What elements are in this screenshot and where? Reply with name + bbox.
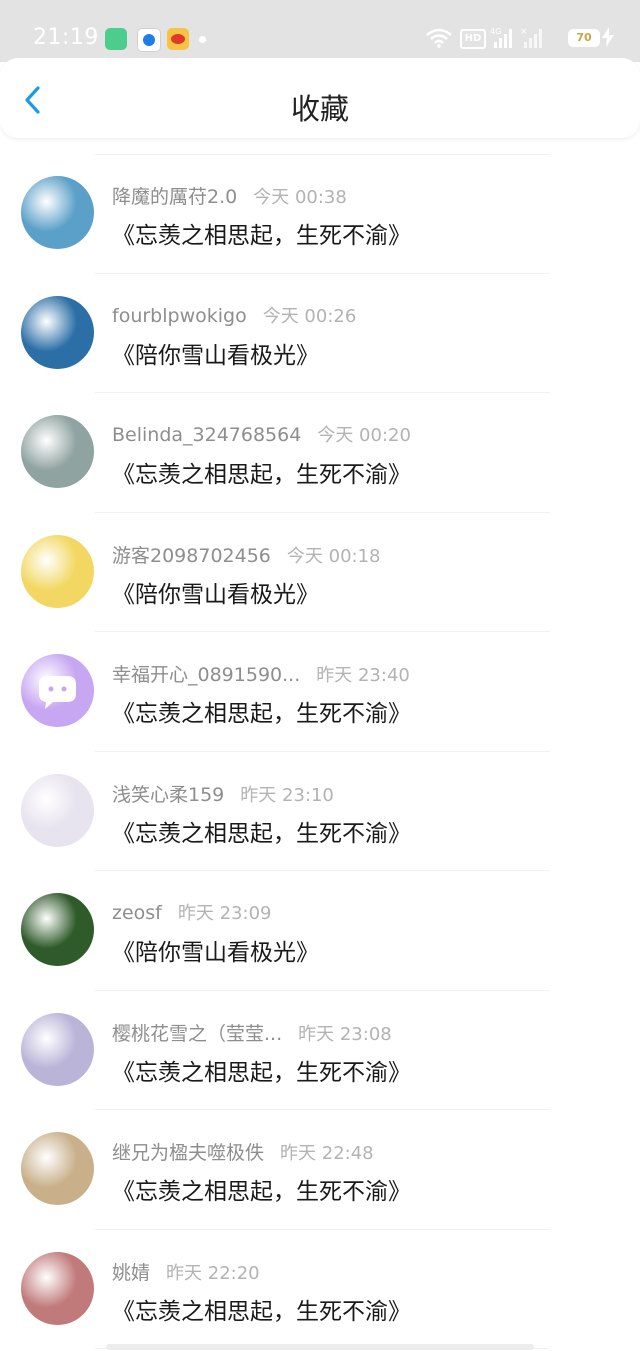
item-meta: 继兄为楹夫噬极佚 昨天 22:48 xyxy=(112,1138,374,1165)
avatar[interactable] xyxy=(21,176,94,249)
timestamp: 今天 00:18 xyxy=(286,545,381,567)
username[interactable]: 游客2098702456 xyxy=(112,545,271,567)
signal-icon-secondary: × xyxy=(520,27,542,48)
list-item[interactable]: Belinda_324768564 今天 00:20 《忘羡之相思起，生死不渝》 xyxy=(0,393,640,513)
list-item[interactable]: 姚婧 昨天 22:20 《忘羡之相思起，生死不渝》 xyxy=(0,1230,640,1350)
battery-icon: 70 xyxy=(568,29,600,47)
favorite-title[interactable]: 《忘羡之相思起，生死不渝》 xyxy=(112,1172,411,1206)
battery-level: 70 xyxy=(576,31,592,44)
item-meta: fourblpwokigo 今天 00:26 xyxy=(112,302,356,328)
avatar[interactable] xyxy=(21,1012,94,1086)
list-item[interactable]: 樱桃花雪之（莹莹... 昨天 23:08 《忘羡之相思起，生死不渝》 xyxy=(0,991,640,1111)
list-item[interactable]: 浅笑心柔159 昨天 23:10 《忘羡之相思起，生死不渝》 xyxy=(0,752,640,872)
username[interactable]: Belinda_324768564 xyxy=(112,424,301,446)
timestamp: 昨天 23:10 xyxy=(240,784,334,806)
svg-text:×: × xyxy=(520,27,528,37)
list-item[interactable]: zeosf 昨天 23:09 《陪你雪山看极光》 xyxy=(0,871,640,991)
scroll-indicator xyxy=(106,1344,534,1350)
avatar[interactable] xyxy=(21,1251,94,1325)
signal-icon: 4G xyxy=(490,27,512,48)
timestamp: 昨天 22:48 xyxy=(280,1143,374,1164)
username[interactable]: 浅笑心柔159 xyxy=(112,784,224,806)
username[interactable]: 姚婧 xyxy=(112,1262,150,1284)
timestamp: 昨天 23:40 xyxy=(316,665,410,686)
green-app-icon xyxy=(105,28,127,50)
page-title: 收藏 xyxy=(290,92,349,126)
timestamp: 昨天 23:09 xyxy=(177,903,272,924)
username[interactable]: 樱桃花雪之（莹莹... xyxy=(112,1023,282,1045)
avatar[interactable] xyxy=(21,893,94,966)
hd-icon: HD xyxy=(460,29,486,49)
avatar[interactable] xyxy=(21,534,94,608)
username[interactable]: zeosf xyxy=(112,902,162,924)
timestamp: 昨天 22:20 xyxy=(166,1262,260,1284)
timestamp: 昨天 23:08 xyxy=(298,1023,392,1045)
favorite-title[interactable]: 《忘羡之相思起，生死不渝》 xyxy=(112,1292,411,1326)
favorites-list: 降魔的厲苻2.0 今天 00:38 《忘羡之相思起，生死不渝》 fourblpwo… xyxy=(0,136,640,1349)
item-meta: 浅笑心柔159 昨天 23:10 xyxy=(112,780,334,807)
charging-bolt-icon xyxy=(602,27,614,47)
list-item[interactable]: 降魔的厲苻2.0 今天 00:38 《忘羡之相思起，生死不渝》 xyxy=(0,154,640,274)
wifi-icon xyxy=(426,28,452,48)
chat-bubble-icon xyxy=(39,676,76,709)
notification-dot-icon xyxy=(199,36,206,43)
item-meta: 游客2098702456 今天 00:18 xyxy=(112,541,381,568)
favorite-title[interactable]: 《陪你雪山看极光》 xyxy=(112,933,319,967)
avatar[interactable] xyxy=(21,1132,94,1205)
list-item[interactable]: 幸福开心_0891590... 昨天 23:40 《忘羡之相思起，生死不渝》 xyxy=(0,632,640,752)
favorite-title[interactable]: 《忘羡之相思起，生死不渝》 xyxy=(112,694,411,728)
status-bar: 21:19 HD 4G × 70 xyxy=(0,0,640,62)
favorite-title[interactable]: 《忘羡之相思起，生死不渝》 xyxy=(112,1053,411,1087)
item-meta: 樱桃花雪之（莹莹... 昨天 23:08 xyxy=(112,1019,392,1046)
item-meta: 姚婧 昨天 22:20 xyxy=(112,1258,260,1285)
avatar[interactable] xyxy=(21,415,94,488)
blue-app-icon xyxy=(137,28,161,52)
timestamp: 今天 00:20 xyxy=(317,425,411,446)
username[interactable]: 降魔的厲苻2.0 xyxy=(112,186,237,208)
svg-text:4G: 4G xyxy=(490,27,501,36)
item-meta: 幸福开心_0891590... 昨天 23:40 xyxy=(112,660,410,687)
favorite-title[interactable]: 《忘羡之相思起，生死不渝》 xyxy=(112,814,411,848)
username[interactable]: 幸福开心_0891590... xyxy=(112,664,300,686)
list-item[interactable]: 继兄为楹夫噬极佚 昨天 22:48 《忘羡之相思起，生死不渝》 xyxy=(0,1110,640,1230)
favorite-title[interactable]: 《忘羡之相思起，生死不渝》 xyxy=(112,216,411,250)
item-meta: Belinda_324768564 今天 00:20 xyxy=(112,421,411,447)
list-item[interactable]: fourblpwokigo 今天 00:26 《陪你雪山看极光》 xyxy=(0,274,640,394)
avatar[interactable] xyxy=(21,773,94,847)
weibo-icon xyxy=(167,28,189,50)
list-item[interactable]: 游客2098702456 今天 00:18 《陪你雪山看极光》 xyxy=(0,513,640,633)
status-time: 21:19 xyxy=(33,25,99,50)
favorite-title[interactable]: 《忘羡之相思起，生死不渝》 xyxy=(112,455,411,489)
item-meta: zeosf 昨天 23:09 xyxy=(112,899,271,925)
favorite-title[interactable]: 《陪你雪山看极光》 xyxy=(112,575,319,609)
favorite-title[interactable]: 《陪你雪山看极光》 xyxy=(112,336,319,370)
avatar[interactable] xyxy=(21,654,94,727)
username[interactable]: fourblpwokigo xyxy=(112,305,247,327)
item-meta: 降魔的厲苻2.0 今天 00:38 xyxy=(112,182,347,209)
avatar[interactable] xyxy=(21,295,94,369)
header: 收藏 xyxy=(0,58,640,138)
username[interactable]: 继兄为楹夫噬极佚 xyxy=(112,1142,264,1164)
timestamp: 今天 00:26 xyxy=(262,305,357,327)
timestamp: 今天 00:38 xyxy=(253,187,347,208)
